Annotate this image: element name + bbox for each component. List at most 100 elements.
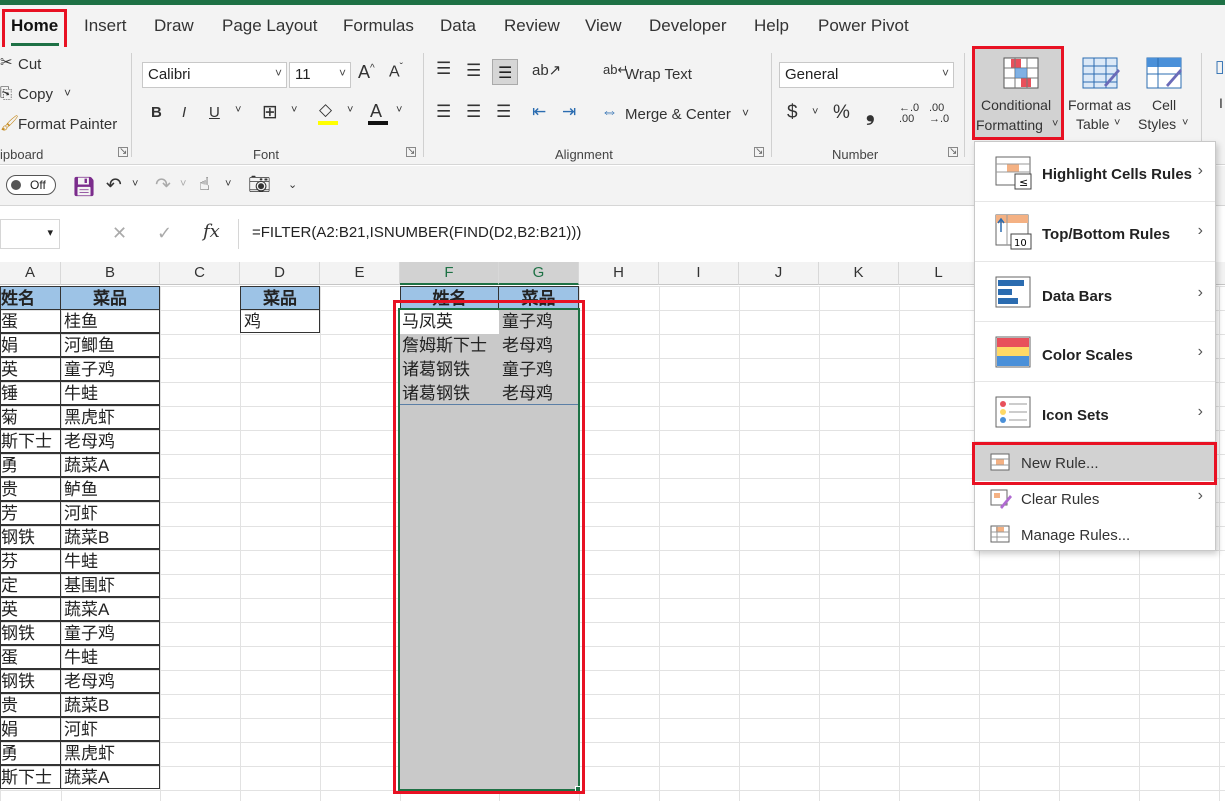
table-cell-name[interactable]: 锤: [0, 381, 61, 405]
camera-icon[interactable]: 📷︎: [248, 174, 271, 195]
italic-button[interactable]: I: [182, 104, 186, 121]
column-header-k[interactable]: K: [819, 262, 899, 285]
column-header-f[interactable]: F: [400, 262, 499, 285]
column-header-d[interactable]: D: [240, 262, 320, 285]
insert-label-fragment[interactable]: I: [1219, 95, 1223, 111]
table-cell-dish[interactable]: 蔬菜B: [60, 525, 160, 549]
table-cell-dish[interactable]: 牛蛙: [60, 549, 160, 573]
font-name-combo[interactable]: Calibri ˅: [142, 62, 287, 88]
table-cell-name[interactable]: 英: [0, 357, 61, 381]
comma-style-button[interactable]: ❟: [866, 100, 875, 126]
redo-dropdown-chevron-icon[interactable]: ˅: [180, 178, 186, 190]
header-cell-a1[interactable]: 姓名: [0, 286, 61, 310]
table-cell-dish[interactable]: 牛蛙: [60, 381, 160, 405]
table-cell-dish[interactable]: 河虾: [60, 501, 160, 525]
decrease-decimal-button[interactable]: .00 →.0: [929, 103, 955, 125]
increase-decimal-button[interactable]: ←.0 .00: [899, 103, 925, 125]
font-color-dropdown-chevron-icon[interactable]: ˅: [396, 104, 402, 116]
redo-icon[interactable]: ↷: [155, 174, 171, 197]
menu-item-data-bars[interactable]: Data Bars ›: [975, 262, 1215, 322]
font-color-button[interactable]: A: [370, 101, 382, 122]
table-cell-name[interactable]: 定: [0, 573, 61, 597]
tab-page-layout[interactable]: Page Layout: [222, 16, 317, 36]
table-cell-dish[interactable]: 牛蛙: [60, 645, 160, 669]
column-header-i[interactable]: I: [659, 262, 739, 285]
customize-qat-chevron-icon[interactable]: ⌄: [288, 178, 297, 191]
conditional-formatting-button[interactable]: Conditional Formatting ˅: [972, 46, 1064, 140]
copy-dropdown-chevron-icon[interactable]: ˅: [64, 86, 71, 100]
table-cell-dish[interactable]: 蔬菜A: [60, 765, 160, 789]
tab-power-pivot[interactable]: Power Pivot: [818, 16, 909, 36]
header-cell-d1[interactable]: 菜品: [240, 286, 320, 310]
tab-data[interactable]: Data: [440, 16, 476, 36]
table-cell-name[interactable]: 英: [0, 597, 61, 621]
percent-button[interactable]: %: [833, 102, 850, 124]
tab-review[interactable]: Review: [504, 16, 560, 36]
insert-function-icon[interactable]: fx: [203, 221, 220, 242]
menu-item-icon-sets[interactable]: Icon Sets ›: [975, 382, 1215, 442]
copy-button[interactable]: Copy: [18, 86, 53, 103]
currency-dropdown-chevron-icon[interactable]: ˅: [812, 106, 818, 118]
table-cell-name[interactable]: 勇: [0, 453, 61, 477]
menu-item-clear-rules[interactable]: Clear Rules ›: [975, 481, 1215, 517]
underline-button[interactable]: U: [209, 104, 220, 121]
column-header-j[interactable]: J: [739, 262, 819, 285]
table-cell-dish[interactable]: 鲈鱼: [60, 477, 160, 501]
orientation-icon[interactable]: ab↗: [532, 61, 561, 79]
table-cell-dish[interactable]: 蔬菜A: [60, 453, 160, 477]
table-cell-dish[interactable]: 老母鸡: [60, 429, 160, 453]
tab-draw[interactable]: Draw: [154, 16, 194, 36]
align-left-icon[interactable]: ☰: [436, 102, 451, 122]
table-cell-name[interactable]: 钢铁: [0, 525, 61, 549]
cancel-entry-icon[interactable]: ✕: [112, 223, 127, 244]
menu-item-highlight-cells-rules[interactable]: ≤ Highlight Cells Rules ›: [975, 142, 1215, 202]
confirm-entry-icon[interactable]: ✓: [157, 223, 172, 244]
table-cell-dish[interactable]: 蔬菜B: [60, 693, 160, 717]
borders-icon[interactable]: ⊞: [262, 101, 278, 124]
column-header-e[interactable]: E: [320, 262, 400, 285]
table-cell-dish[interactable]: 基围虾: [60, 573, 160, 597]
header-cell-b1[interactable]: 菜品: [60, 286, 160, 310]
shrink-font-button[interactable]: Aˇ: [389, 62, 403, 81]
name-box[interactable]: ▾: [0, 219, 60, 249]
underline-dropdown-chevron-icon[interactable]: ˅: [235, 104, 241, 116]
table-cell-name[interactable]: 斯下士: [0, 429, 61, 453]
clipboard-launcher-icon[interactable]: ↘: [118, 147, 128, 157]
table-cell-dish[interactable]: 童子鸡: [60, 357, 160, 381]
format-as-table-button[interactable]: Format as Table ˅: [1066, 47, 1136, 139]
column-header-g[interactable]: G: [499, 262, 579, 285]
table-cell-name[interactable]: 娟: [0, 717, 61, 741]
font-size-combo[interactable]: 11 ˅: [289, 62, 351, 88]
column-header-c[interactable]: C: [160, 262, 240, 285]
table-cell-name[interactable]: 勇: [0, 741, 61, 765]
table-cell-name[interactable]: 钢铁: [0, 621, 61, 645]
borders-dropdown-chevron-icon[interactable]: ˅: [291, 104, 297, 116]
table-cell-name[interactable]: 蛋: [0, 309, 61, 333]
tab-developer[interactable]: Developer: [649, 16, 727, 36]
table-cell-dish[interactable]: 桂鱼: [60, 309, 160, 333]
menu-item-color-scales[interactable]: Color Scales ›: [975, 322, 1215, 382]
table-cell-name[interactable]: 蛋: [0, 645, 61, 669]
bold-button[interactable]: B: [151, 104, 162, 121]
menu-item-manage-rules[interactable]: Manage Rules...: [975, 517, 1215, 553]
table-cell-dish[interactable]: 河鲫鱼: [60, 333, 160, 357]
merge-center-button[interactable]: Merge & Center: [625, 106, 731, 123]
table-cell-dish[interactable]: 老母鸡: [60, 669, 160, 693]
save-icon[interactable]: 💾︎: [72, 175, 96, 199]
table-cell-name[interactable]: 菊: [0, 405, 61, 429]
table-cell-name[interactable]: 钢铁: [0, 669, 61, 693]
criteria-cell-d2[interactable]: 鸡: [240, 309, 320, 333]
table-cell-dish[interactable]: 蔬菜A: [60, 597, 160, 621]
cell-styles-button[interactable]: Cell Styles ˅: [1136, 47, 1196, 139]
column-header-l[interactable]: L: [899, 262, 979, 285]
table-cell-dish[interactable]: 黑虎虾: [60, 405, 160, 429]
column-header-b[interactable]: B: [61, 262, 160, 285]
grow-font-button[interactable]: A^: [358, 62, 375, 83]
decrease-indent-icon[interactable]: ⇤: [532, 102, 546, 122]
tab-formulas[interactable]: Formulas: [343, 16, 414, 36]
menu-item-top-bottom-rules[interactable]: 10 Top/Bottom Rules ›: [975, 202, 1215, 262]
undo-icon[interactable]: ↶: [106, 174, 122, 197]
table-cell-dish[interactable]: 河虾: [60, 717, 160, 741]
bottom-align-button[interactable]: ☰: [492, 59, 518, 85]
fill-color-icon[interactable]: ◇: [319, 100, 332, 120]
